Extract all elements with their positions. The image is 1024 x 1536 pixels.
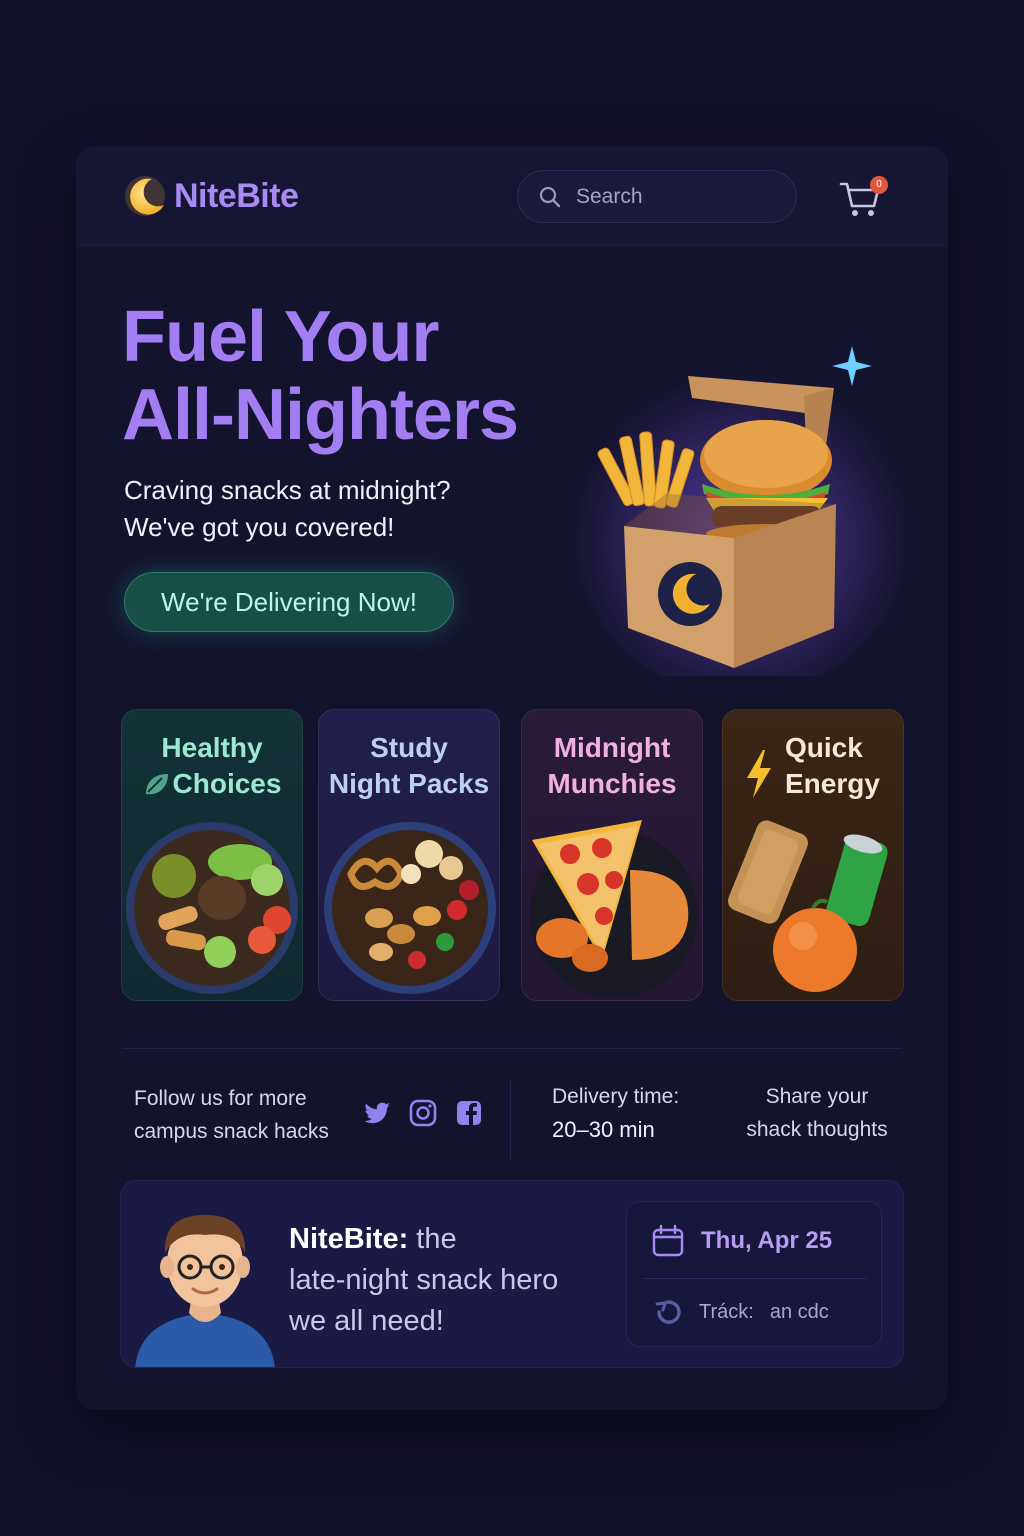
quote-line2: late-night snack hero — [289, 1264, 559, 1296]
hero-title: Fuel Your All-Nighters — [122, 298, 582, 454]
order-date-text: Thu, Apr 25 — [701, 1227, 833, 1254]
app-name: NiteBite — [174, 176, 299, 215]
calendar-icon — [652, 1224, 684, 1257]
delivery-value: 20–30 min — [552, 1117, 655, 1142]
category-study-night-packs[interactable]: Study Night Packs — [318, 709, 500, 1001]
category-title-line1: Quick — [785, 732, 863, 763]
share-thoughts-link[interactable]: Share your shack thoughts — [724, 1080, 910, 1146]
delivery-label: Delivery time: — [552, 1085, 680, 1108]
category-title-line1: Healthy — [161, 732, 263, 763]
track-value: an cdc — [769, 1300, 829, 1323]
category-midnight-munchies[interactable]: Midnight Munchies — [521, 709, 703, 1001]
hero-title-line1: Fuel Your — [122, 297, 439, 377]
order-info-panel: Thu, Apr 25 Tráck: an cdc — [626, 1201, 882, 1347]
cart-badge: 0 — [870, 176, 888, 194]
track-order[interactable]: Tráck: an cdc — [653, 1296, 829, 1328]
search-icon — [539, 186, 561, 207]
logo[interactable]: NiteBite — [122, 170, 299, 222]
cart-button[interactable]: 0 — [838, 176, 888, 220]
order-date: Thu, Apr 25 — [651, 1224, 832, 1258]
category-title-line1: Study — [370, 732, 448, 763]
follow-line1: Follow us for more — [134, 1087, 307, 1110]
hero-subtitle: Craving snacks at midnight? We've got yo… — [124, 472, 544, 546]
follow-text: Follow us for more campus snack hacks — [134, 1082, 364, 1148]
search-placeholder: Search — [576, 184, 643, 208]
testimonial-card: NiteBite: the late-night snack hero we a… — [120, 1180, 904, 1368]
info-divider — [510, 1080, 511, 1160]
testimonial-quote: NiteBite: the late-night snack hero we a… — [289, 1219, 599, 1342]
hero-title-line2: All-Nighters — [122, 375, 519, 455]
healthy-bowl-image — [126, 822, 298, 994]
quote-brand: NiteBite: — [289, 1223, 409, 1255]
category-title-line1: Midnight — [553, 732, 671, 763]
moon-icon — [125, 176, 165, 216]
delivery-time: Delivery time: 20–30 min — [552, 1080, 722, 1146]
sparkle-icon — [832, 346, 872, 386]
category-title-line2: Energy — [785, 768, 880, 799]
hero-subtitle-line1: Craving snacks at midnight? — [124, 475, 451, 505]
panel-divider — [643, 1278, 867, 1279]
delivering-now-button[interactable]: We're Delivering Now! — [124, 572, 454, 632]
quote-line3: we all need! — [289, 1305, 444, 1337]
refresh-icon — [655, 1300, 681, 1324]
hero-subtitle-line2: We've got you covered! — [124, 512, 395, 542]
category-quick-energy[interactable]: Quick Energy — [722, 709, 904, 1001]
follow-line2: campus snack hacks — [134, 1120, 329, 1143]
category-healthy-choices[interactable]: Healthy Choices — [121, 709, 303, 1001]
section-divider — [122, 1048, 902, 1049]
twitter-icon[interactable] — [362, 1098, 392, 1128]
top-nav: NiteBite Search 0 — [76, 146, 948, 246]
track-label: Tráck: — [699, 1300, 754, 1323]
share-line2: shack thoughts — [746, 1118, 888, 1141]
energy-snacks-image — [728, 820, 888, 992]
leaf-icon — [146, 774, 168, 795]
quote-line1: the — [408, 1223, 457, 1255]
snack-mix-bowl-image — [324, 822, 496, 994]
facebook-icon[interactable] — [454, 1098, 484, 1128]
share-line1: Share your — [765, 1085, 869, 1108]
app-container: NiteBite Search 0 Fuel Your All-Nighters… — [76, 146, 948, 1410]
instagram-icon[interactable] — [408, 1098, 438, 1128]
category-title-line2: Night Packs — [328, 768, 490, 799]
lightning-icon — [747, 750, 771, 798]
social-links — [362, 1098, 484, 1128]
category-title-line2: Munchies — [547, 768, 677, 799]
avatar — [135, 1215, 275, 1367]
snack-box-illustration — [571, 346, 906, 676]
pizza-plate-image — [530, 820, 698, 998]
search-bar[interactable]: Search — [517, 170, 797, 223]
